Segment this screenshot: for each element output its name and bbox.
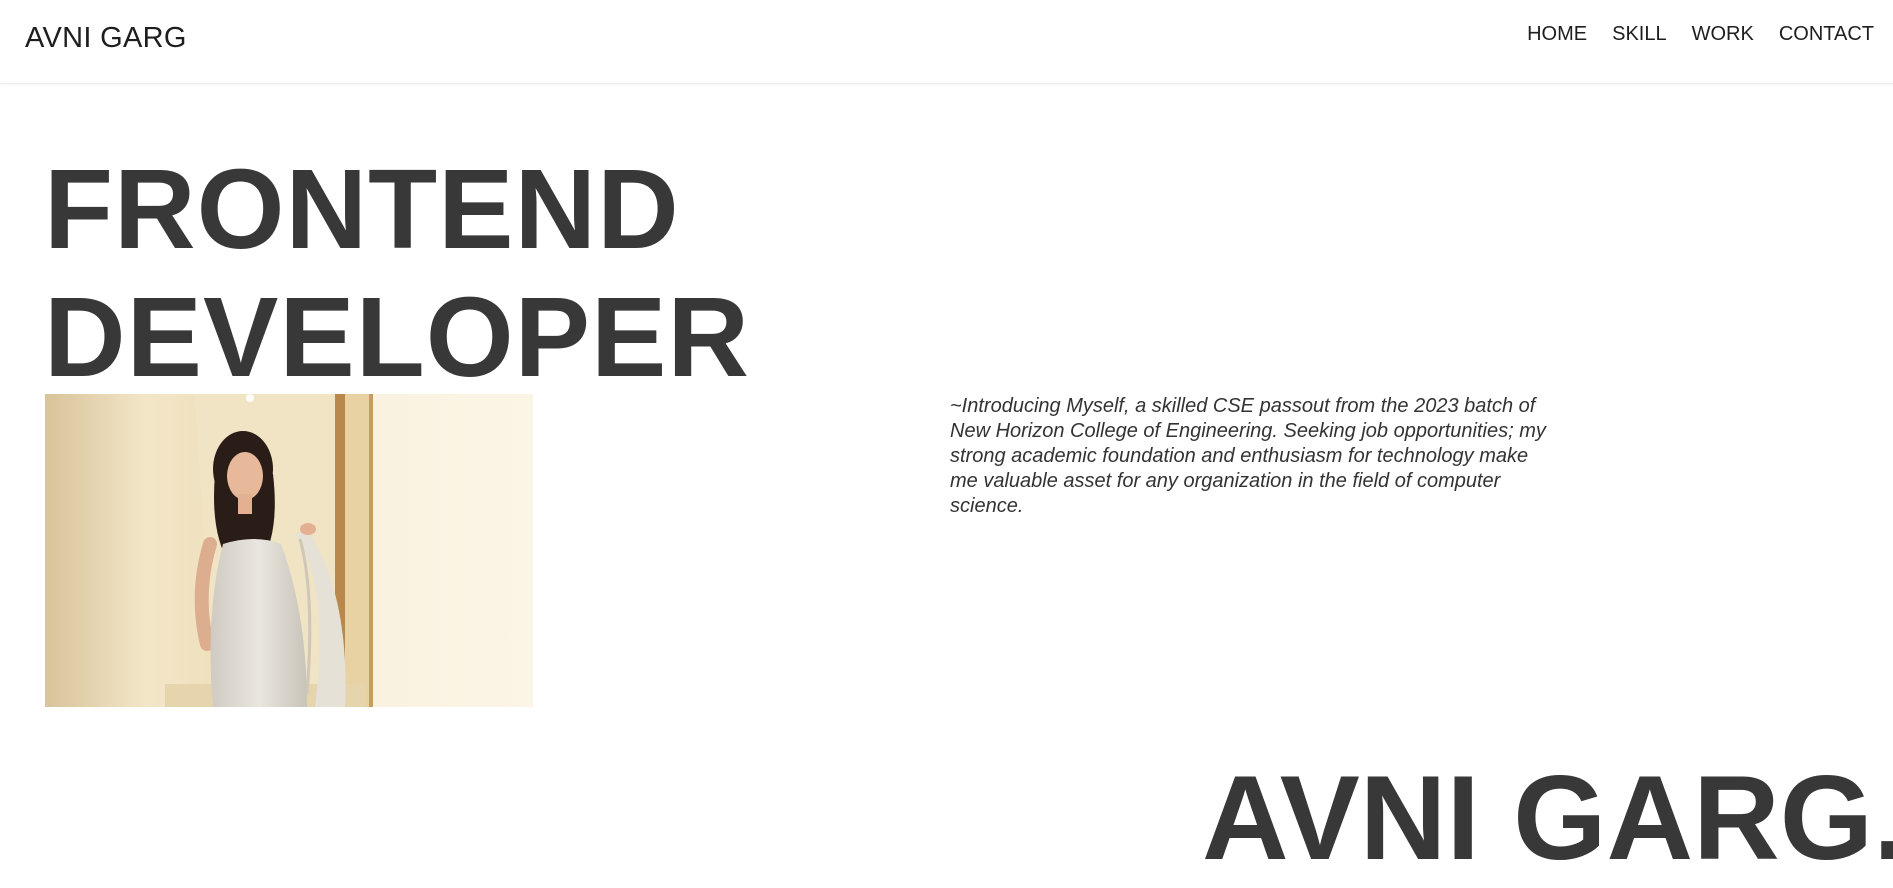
nav-link-contact[interactable]: CONTACT — [1779, 23, 1874, 46]
hero-title: FRONTEND DEVELOPER — [44, 145, 750, 401]
footer-name-heading: AVNI GARG. — [1202, 751, 1893, 885]
hero-title-line-2: DEVELOPER — [44, 274, 750, 400]
intro-paragraph: ~Introducing Myself, a skilled CSE passo… — [950, 395, 1546, 517]
nav-link-work[interactable]: WORK — [1692, 23, 1754, 46]
nav-link-skill[interactable]: SKILL — [1612, 23, 1666, 46]
profile-photo — [45, 394, 533, 707]
nav-menu: HOME SKILL WORK CONTACT — [1527, 23, 1874, 46]
profile-photo-illustration — [45, 394, 533, 707]
nav-link-home[interactable]: HOME — [1527, 23, 1587, 46]
navbar: AVNI GARG HOME SKILL WORK CONTACT — [0, 0, 1893, 84]
site-logo-text[interactable]: AVNI GARG — [25, 22, 187, 55]
hero-title-line-1: FRONTEND — [44, 146, 680, 272]
